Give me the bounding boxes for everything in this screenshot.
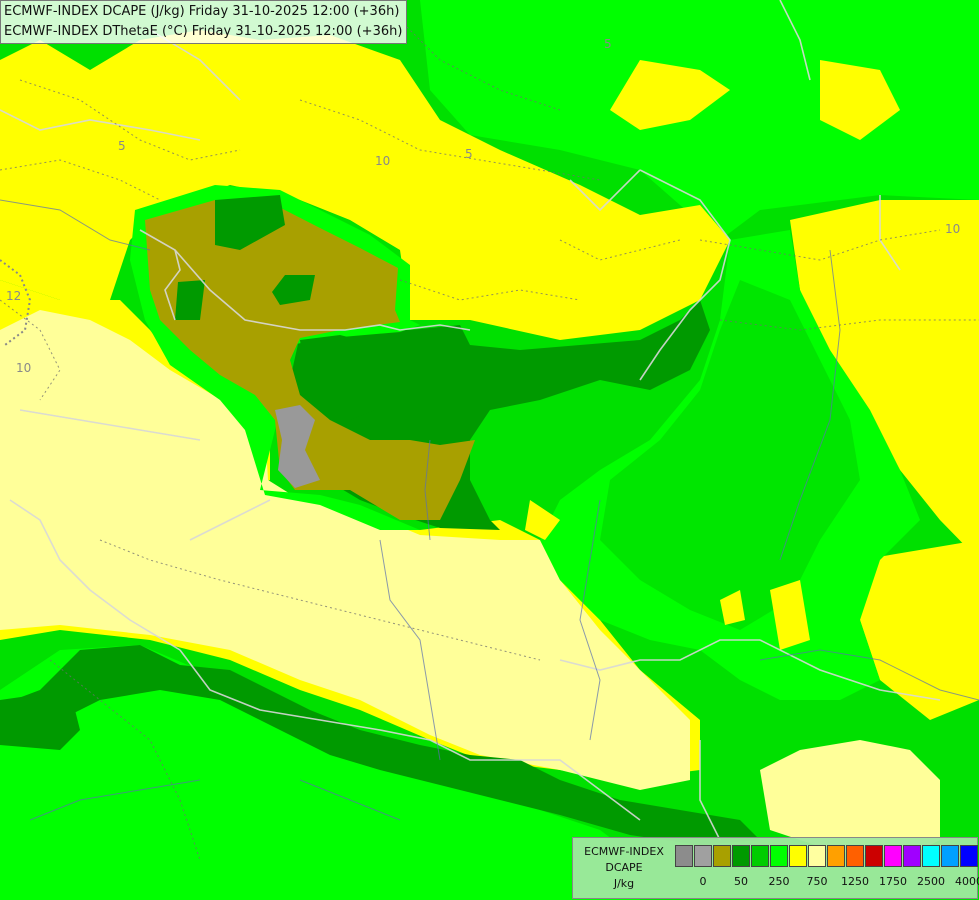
legend-tick-0: 0 [699, 875, 707, 888]
legend-swatch-7 [808, 845, 826, 867]
legend-labels: ECMWF-INDEX DCAPE J/kg [575, 844, 673, 892]
legend-swatch-0 [675, 845, 693, 867]
contour-label-10-a: 10 [375, 154, 390, 168]
map-title-box: ECMWF-INDEX DCAPE (J/kg) Friday 31-10-20… [0, 0, 408, 44]
region-dark-green-sw-blob [0, 690, 80, 750]
legend-swatch-5 [770, 845, 788, 867]
legend-swatch-6 [789, 845, 807, 867]
legend-tick-1750: 1750 [879, 875, 907, 888]
legend-swatch-9 [846, 845, 864, 867]
legend-tick-1250: 1250 [841, 875, 869, 888]
legend-unit: J/kg [613, 877, 635, 890]
legend-model: ECMWF-INDEX [584, 845, 664, 858]
contour-label-5-b: 5 [465, 147, 473, 161]
legend-swatch-1 [694, 845, 712, 867]
title-line-dcape: ECMWF-INDEX DCAPE (J/kg) Friday 31-10-20… [4, 4, 400, 19]
contour-label-10-c: 10 [16, 361, 31, 375]
title-line-dthetae: ECMWF-INDEX DThetaE (°C) Friday 31-10-20… [4, 24, 403, 39]
legend-swatch-14 [941, 845, 959, 867]
legend-swatch-3 [732, 845, 750, 867]
legend-tick-250: 250 [768, 875, 790, 888]
legend-swatch-15 [960, 845, 978, 867]
contour-label-10-b: 10 [945, 222, 960, 236]
legend-swatch-10 [865, 845, 883, 867]
legend-swatch-11 [884, 845, 902, 867]
dcape-map: 5 5 5 10 10 10 12 [0, 0, 979, 900]
color-legend: ECMWF-INDEX DCAPE J/kg 0 50 250 750 1250 1750… [572, 837, 979, 899]
legend-swatch-4 [751, 845, 769, 867]
legend-tick-750: 750 [806, 875, 828, 888]
region-olive-inner-green-3 [175, 280, 205, 320]
contour-label-12: 12 [6, 289, 21, 303]
contour-label-5-a: 5 [118, 139, 126, 153]
legend-swatches [675, 845, 979, 867]
legend-tick-50: 50 [734, 875, 748, 888]
legend-ticks: 0 50 250 750 1250 1750 2500 4000 [675, 875, 979, 889]
legend-field: DCAPE [605, 861, 643, 874]
legend-swatch-2 [713, 845, 731, 867]
contour-label-5-c: 5 [604, 37, 612, 51]
legend-swatch-13 [922, 845, 940, 867]
legend-swatch-8 [827, 845, 845, 867]
legend-tick-2500: 2500 [917, 875, 945, 888]
legend-swatch-12 [903, 845, 921, 867]
legend-tick-4000: 4000 [955, 875, 979, 888]
